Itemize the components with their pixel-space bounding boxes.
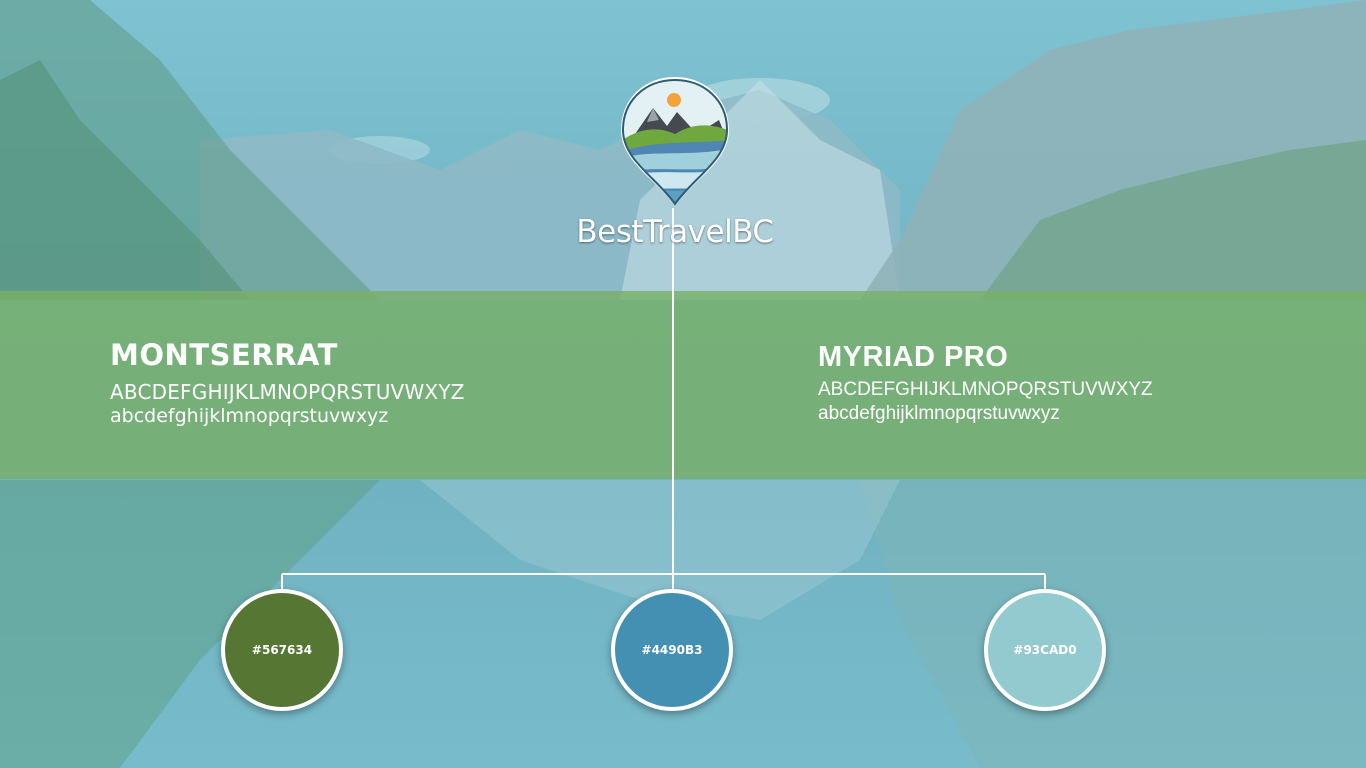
font-uppercase-sample: ABCDEFGHIJKLMNOPQRSTUVWXYZ	[818, 379, 1153, 400]
font-name: MYRIAD PRO	[818, 341, 1009, 373]
color-swatch-label: #93CAD0	[1013, 643, 1077, 657]
font-name: MONTSERRAT	[110, 338, 338, 372]
brand-name: BestTravelBC	[576, 214, 774, 250]
font-lowercase-sample: abcdefghijklmnopqrstuvwxyz	[818, 403, 1060, 424]
font-uppercase-sample: ABCDEFGHIJKLMNOPQRSTUVWXYZ	[110, 380, 465, 404]
color-swatch-label: #4490B3	[641, 643, 703, 657]
map-pin-mountain-logo-icon	[621, 77, 729, 206]
font-specimen-myriad-pro: MYRIAD PRO ABCDEFGHIJKLMNOPQRSTUVWXYZ ab…	[818, 340, 1153, 426]
font-lowercase-sample: abcdefghijklmnopqrstuvwxyz	[110, 405, 389, 427]
color-swatch-green: #567634	[221, 589, 343, 711]
color-swatch-blue: #4490B3	[611, 589, 733, 711]
font-specimen-montserrat: MONTSERRAT ABCDEFGHIJKLMNOPQRSTUVWXYZ ab…	[110, 338, 465, 428]
color-swatch-label: #567634	[251, 643, 313, 657]
color-swatch-light-blue: #93CAD0	[984, 589, 1106, 711]
